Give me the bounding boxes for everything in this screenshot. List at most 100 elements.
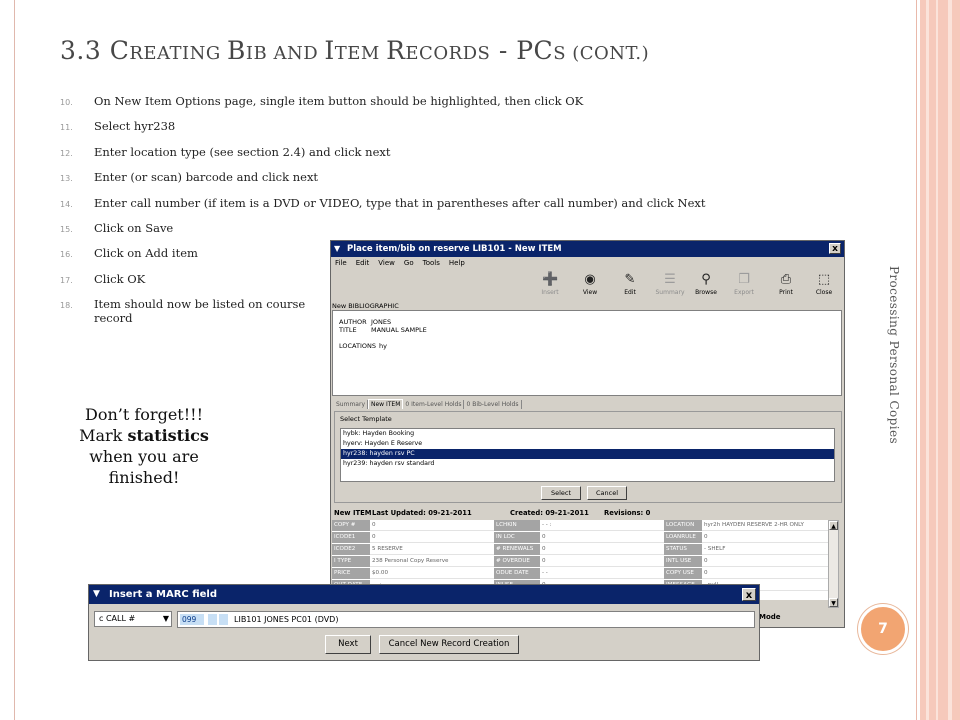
field-label: COPY # [332,520,370,531]
tab-0-bib-level-holds[interactable]: 0 Bib-Level Holds [464,400,522,409]
field-value[interactable]: hyr2h HAYDEN RESERVE 2-HR ONLY [702,520,828,531]
menu-item-go[interactable]: Go [404,259,414,267]
select-template-label: Select Template [340,415,392,423]
bib-record-panel: AUTHOR JONES TITLE MANUAL SAMPLE LOCATIONS… [332,310,842,396]
edit-icon: ✎ [624,272,636,287]
toolbar-label: Close [815,289,833,296]
record-tabs: Summary New ITEM 0 Item-Level Holds 0 Bib-L… [334,399,522,411]
menu-item-help[interactable]: Help [449,259,465,267]
field-value[interactable]: 0 [370,532,494,543]
export-button[interactable]: ❐ Export [729,272,759,296]
insert-button[interactable]: ➕ Insert [535,272,565,296]
summary-button[interactable]: ☰ Summary [655,272,685,296]
print-button[interactable]: ⎙ Print [771,272,801,296]
step-text: Enter call number (if item is a DVD or V… [94,195,706,210]
field-value[interactable]: 5 RESERVE [370,544,494,555]
indicator-1[interactable] [208,614,217,625]
scroll-up-icon[interactable]: ▲ [829,521,838,530]
field-value[interactable]: 0 [702,556,828,567]
toolbar: ➕ Insert ◉ View ✎ Edit ☰ Summary ⚲ Browse ❐ Export ⎙… [331,270,844,302]
field-label: ICODE2 [332,544,370,555]
step-number: 13. [60,174,73,184]
place-item-window: ▼ Place item/bib on reserve LIB101 - New… [330,240,845,628]
browse-icon: ⚲ [701,272,711,287]
step-text: On New Item Options page, single item bu… [94,94,584,108]
browse-button[interactable]: ⚲ Browse [691,272,721,296]
close-icon[interactable]: x [829,243,841,254]
menu-item-file[interactable]: File [335,259,347,267]
step-text: Enter (or scan) barcode and click next [94,170,319,185]
title-part: CONT [579,43,636,64]
field-value[interactable]: - - : [540,520,664,531]
marc-field-input[interactable]: 099 LIB101 JONES PC01 (DVD) [177,611,755,628]
step-text: Item should now be listed on course reco… [94,297,306,326]
title-part: B [227,36,246,65]
field-value[interactable]: 0 [540,556,664,567]
menu-item-edit[interactable]: Edit [356,259,370,267]
insert-marc-field-dialog: ▼ Insert a MARC field x c CALL # ▼ 099 L… [88,584,760,661]
dialog-titlebar[interactable]: ▼ Insert a MARC field x [89,585,759,604]
tab-new-item[interactable]: New ITEM [368,399,404,409]
step-number: 11. [60,123,73,133]
app-icon: ▼ [334,244,341,253]
field-value[interactable]: 0 [702,532,828,543]
edit-button[interactable]: ✎ Edit [615,272,645,296]
menu-bar: File Edit View Go Tools Help [331,257,844,270]
toolbar-label: Browse [695,289,717,296]
item-record-header: New ITEM Last Updated: 09-21-2011 Create… [334,509,651,517]
cancel-new-record-button[interactable]: Cancel New Record Creation [379,635,519,654]
summary-icon: ☰ [664,272,676,287]
template-option[interactable]: hyr238: hayden rsv PC [341,449,834,459]
step-number: 17. [60,275,73,285]
next-button[interactable]: Next [325,635,371,654]
toolbar-label: Export [734,289,754,296]
field-value[interactable]: - - [540,568,664,579]
menu-item-tools[interactable]: Tools [423,259,440,267]
slide-title: 3.3 CREATING BIB AND ITEM RECORDS - PCS … [60,36,649,65]
view-button[interactable]: ◉ View [575,272,605,296]
toolbar-label: Summary [655,289,685,296]
template-option[interactable]: hyerv: Hayden E Reserve [341,439,834,449]
select-button[interactable]: Select [541,486,581,500]
template-option[interactable]: hyr239: hayden rsv standard [341,459,834,469]
step-text: Enter location type (see section 2.4) an… [94,144,391,159]
field-value[interactable]: $0.00 [370,568,494,579]
print-icon: ⎙ [780,272,792,287]
field-value[interactable]: 238 Personal Copy Reserve [370,556,494,567]
step-number: 10. [60,98,73,107]
field-value[interactable]: 0 [540,544,664,555]
field-value[interactable]: 0 [702,568,828,579]
template-list[interactable]: hybk: Hayden Booking hyerv: Hayden E Rese… [340,428,835,482]
marc-tag: 099 [180,614,204,625]
close-button[interactable]: ⬚ Close [809,272,839,296]
field-label: LOANRULE [664,532,702,543]
scroll-down-icon[interactable]: ▼ [829,598,838,607]
chevron-down-icon[interactable]: ▼ [163,612,169,626]
toolbar-label: Print [779,289,793,296]
field-label: ODUE DATE [494,568,540,579]
menu-item-view[interactable]: View [378,259,395,267]
field-value[interactable]: 0 [370,520,494,531]
toolbar-label: Edit [624,289,636,296]
window-titlebar[interactable]: ▼ Place item/bib on reserve LIB101 - New… [331,241,844,257]
close-icon[interactable]: x [742,588,756,601]
step-item: 14. Enter call number (if item is a DVD o… [60,196,780,221]
title-part: .) [635,43,650,64]
reminder-note: Don’t forget!!! Mark statistics when you… [79,405,209,487]
indicator-2[interactable] [219,614,228,625]
view-icon: ◉ [584,272,596,287]
tab-summary[interactable]: Summary [334,400,368,409]
tab-0-item-level-holds[interactable]: 0 Item-Level Holds [403,400,465,409]
close-folder-icon: ⬚ [817,272,831,287]
field-value[interactable]: - SHELF [702,544,828,555]
insert-icon: ➕ [542,272,559,287]
page-number-badge: 7 [858,604,908,654]
step-number: 15. [60,224,73,234]
field-type-select[interactable]: c CALL # ▼ [94,611,172,627]
step-text: Click on Save [94,220,174,235]
select-template-group: Select Template hybk: Hayden Booking hyer… [334,411,842,503]
template-option[interactable]: hybk: Hayden Booking [341,429,834,439]
vertical-scrollbar[interactable]: ▲ ▼ [828,520,839,608]
cancel-button[interactable]: Cancel [587,486,627,500]
field-value[interactable]: 0 [540,532,664,543]
